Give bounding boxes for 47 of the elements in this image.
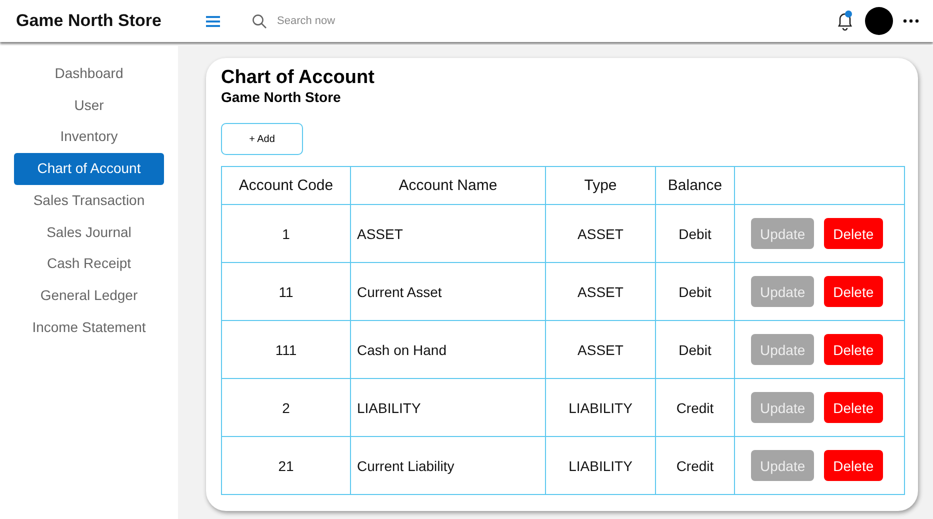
table-cell: ASSET	[546, 262, 656, 320]
table-cell: Cash on Hand	[350, 320, 546, 378]
table-cell: Credit	[656, 436, 734, 494]
column-header: Account Name	[350, 166, 546, 204]
page-subtitle: Game North Store	[221, 89, 342, 105]
column-header: Type	[546, 166, 656, 204]
table-cell: LIABILITY	[546, 378, 656, 436]
add-button[interactable]: + Add	[221, 123, 303, 155]
delete-button[interactable]: Delete	[824, 218, 883, 249]
delete-button[interactable]: Delete	[824, 450, 883, 481]
sidebar-item[interactable]: User	[14, 90, 164, 122]
menu-icon[interactable]	[206, 16, 220, 26]
table-cell: 111	[222, 320, 350, 378]
table-cell: Debit	[656, 204, 734, 262]
app-title: Game North Store	[16, 11, 162, 31]
table-cell: ASSET	[350, 204, 546, 262]
bell-icon[interactable]	[835, 10, 855, 32]
table-cell: 2	[222, 378, 350, 436]
sidebar-item[interactable]: Cash Receipt	[14, 248, 164, 280]
table-cell: 11	[222, 262, 350, 320]
table-cell: ASSET	[546, 204, 656, 262]
sidebar-item[interactable]: Sales Journal	[14, 216, 164, 248]
sidebar-item[interactable]: Income Statement	[14, 312, 164, 344]
more-icon[interactable]	[903, 19, 919, 23]
sidebar-item[interactable]: Sales Transaction	[14, 184, 164, 217]
avatar[interactable]	[865, 7, 893, 35]
table-cell: Debit	[656, 262, 734, 320]
page-title: Chart of Account	[221, 67, 376, 89]
column-header: Account Code	[222, 166, 350, 204]
table-cell: ASSET	[546, 320, 656, 378]
delete-button[interactable]: Delete	[824, 276, 883, 307]
sidebar-item[interactable]: Inventory	[14, 121, 164, 154]
sidebar-item[interactable]: Dashboard	[14, 58, 164, 90]
sidebar-item[interactable]: General Ledger	[14, 280, 164, 312]
column-header: Balance	[656, 166, 734, 204]
table-cell: LIABILITY	[350, 378, 546, 436]
sidebar-item[interactable]: Chart of Account	[14, 153, 164, 185]
delete-button[interactable]: Delete	[824, 334, 883, 365]
table-cell: Current Asset	[350, 262, 546, 320]
delete-button[interactable]: Delete	[824, 392, 883, 423]
table-cell: 21	[222, 436, 350, 494]
search-icon	[252, 14, 267, 28]
table-cell: LIABILITY	[546, 436, 656, 494]
table-cell: Credit	[656, 378, 734, 436]
table-cell: Debit	[656, 320, 734, 378]
table-cell: Current Liability	[350, 436, 546, 494]
table-cell: 1	[222, 204, 350, 262]
